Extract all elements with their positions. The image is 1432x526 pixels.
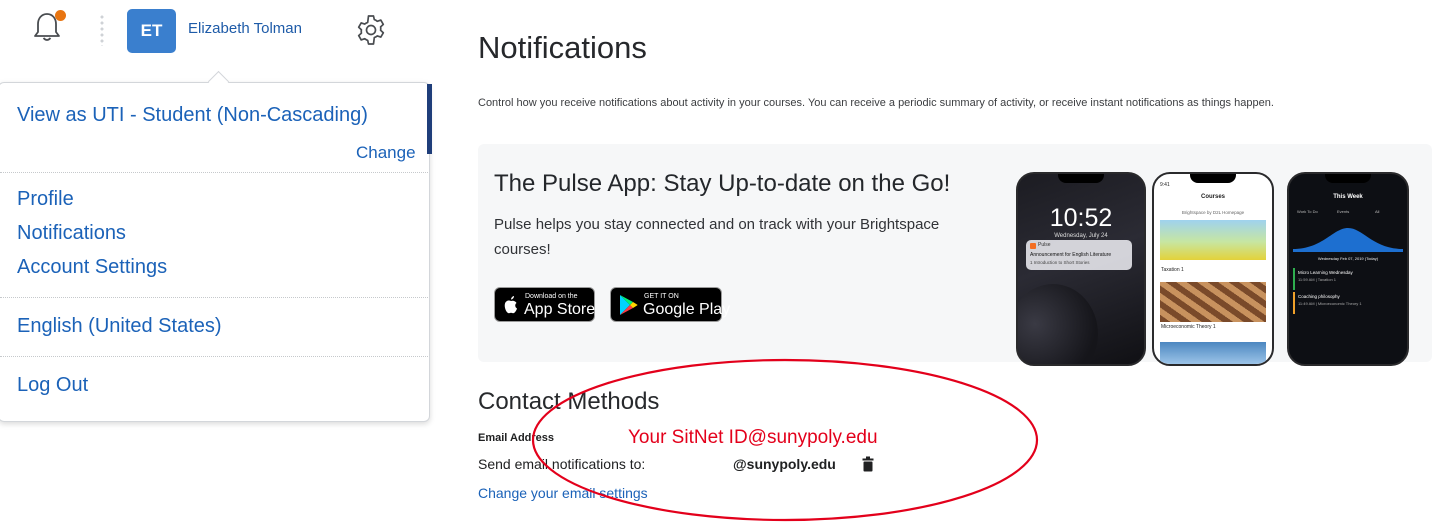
courses-status-time: 9:41: [1160, 182, 1170, 188]
role-switch-link[interactable]: View as UTI - Student (Non-Cascading): [17, 104, 368, 127]
lockscreen-time: 10:52: [1049, 204, 1113, 232]
dropdown-edge-bar: [427, 84, 432, 154]
course-image-2: [1160, 282, 1266, 322]
app-store-big-text: App Store: [524, 301, 596, 318]
this-week-date: Wednesday Feb 07, 2019 (Today): [1317, 256, 1379, 261]
change-role-link[interactable]: Change: [356, 143, 416, 163]
user-menu-dropdown: [0, 82, 430, 422]
menu-item-profile[interactable]: Profile: [17, 188, 74, 211]
phone-courses-mockup: 9:41 Courses Brightspace by D2L Homepage…: [1152, 172, 1274, 366]
lockscreen-date: Wednesday, July 24: [1054, 233, 1108, 239]
course-title-2: Microeconomic Theory 1: [1161, 324, 1216, 330]
menu-divider: [0, 356, 428, 357]
gear-icon[interactable]: [355, 14, 387, 46]
notification-app-name: Pulse: [1038, 242, 1051, 248]
phone-lockscreen-mockup: 10:52 Wednesday, July 24 Pulse Announcem…: [1016, 172, 1146, 366]
app-store-small-text: Download on the: [525, 293, 578, 300]
tab-work-to-do: Work To Do: [1297, 209, 1318, 214]
this-week-header: This Week: [1333, 194, 1363, 200]
this-week-item-1: Micro Learning Wednesday: [1298, 270, 1353, 275]
notification-text: Announcement for English Literature: [1030, 252, 1112, 258]
courses-header: Courses: [1200, 194, 1225, 200]
course-title-1: Taxation 1: [1161, 267, 1184, 273]
apple-icon: [504, 296, 517, 314]
workload-curve: [1293, 228, 1403, 252]
google-play-small-text: GET IT ON: [644, 293, 679, 300]
page-description: Control how you receive notifications ab…: [478, 97, 1274, 109]
menu-item-account-settings[interactable]: Account Settings: [17, 256, 167, 279]
tab-events: Events: [1337, 209, 1350, 214]
lockscreen-notification: Pulse Announcement for English Literatur…: [1026, 240, 1132, 270]
logout-link[interactable]: Log Out: [17, 374, 88, 397]
google-play-button[interactable]: GET IT ON Google Play: [610, 287, 730, 322]
page-title: Notifications: [478, 30, 647, 65]
google-play-icon: [620, 295, 638, 315]
pulse-banner-title: The Pulse App: Stay Up-to-date on the Go…: [494, 170, 951, 197]
course-image-1: [1160, 220, 1266, 260]
menu-item-language[interactable]: English (United States): [17, 315, 222, 338]
course-image-3: [1160, 342, 1266, 364]
user-name[interactable]: Elizabeth Tolman: [188, 20, 302, 37]
this-week-item-1-sub: 11:59 AM | Taxation 1: [1298, 277, 1337, 282]
pulse-banner-description: Pulse helps you stay connected and on tr…: [494, 216, 940, 258]
menu-divider: [0, 172, 428, 173]
menu-divider: [0, 297, 428, 298]
courses-subheader: Brightspace by D2L Homepage: [1181, 210, 1245, 215]
header-divider: [100, 14, 104, 46]
menu-item-notifications[interactable]: Notifications: [17, 222, 126, 245]
this-week-item-2: Coaching philosophy: [1298, 294, 1340, 299]
this-week-item-2-sub: 11:49 AM | Microeconomic Theory 1: [1298, 301, 1362, 306]
notification-badge-dot: [55, 10, 66, 21]
annotation-text: Your SitNet ID@sunypoly.edu: [628, 427, 878, 448]
google-play-big-text: Google Play: [643, 301, 731, 318]
app-store-button[interactable]: Download on the App Store: [494, 287, 595, 322]
avatar[interactable]: ET: [127, 9, 176, 53]
phone-this-week-mockup: This Week Work To Do Events All Wednesda…: [1287, 172, 1409, 366]
tab-all: All: [1375, 209, 1380, 214]
notification-subtext: 1 Introduction to Short Stories: [1030, 260, 1090, 265]
